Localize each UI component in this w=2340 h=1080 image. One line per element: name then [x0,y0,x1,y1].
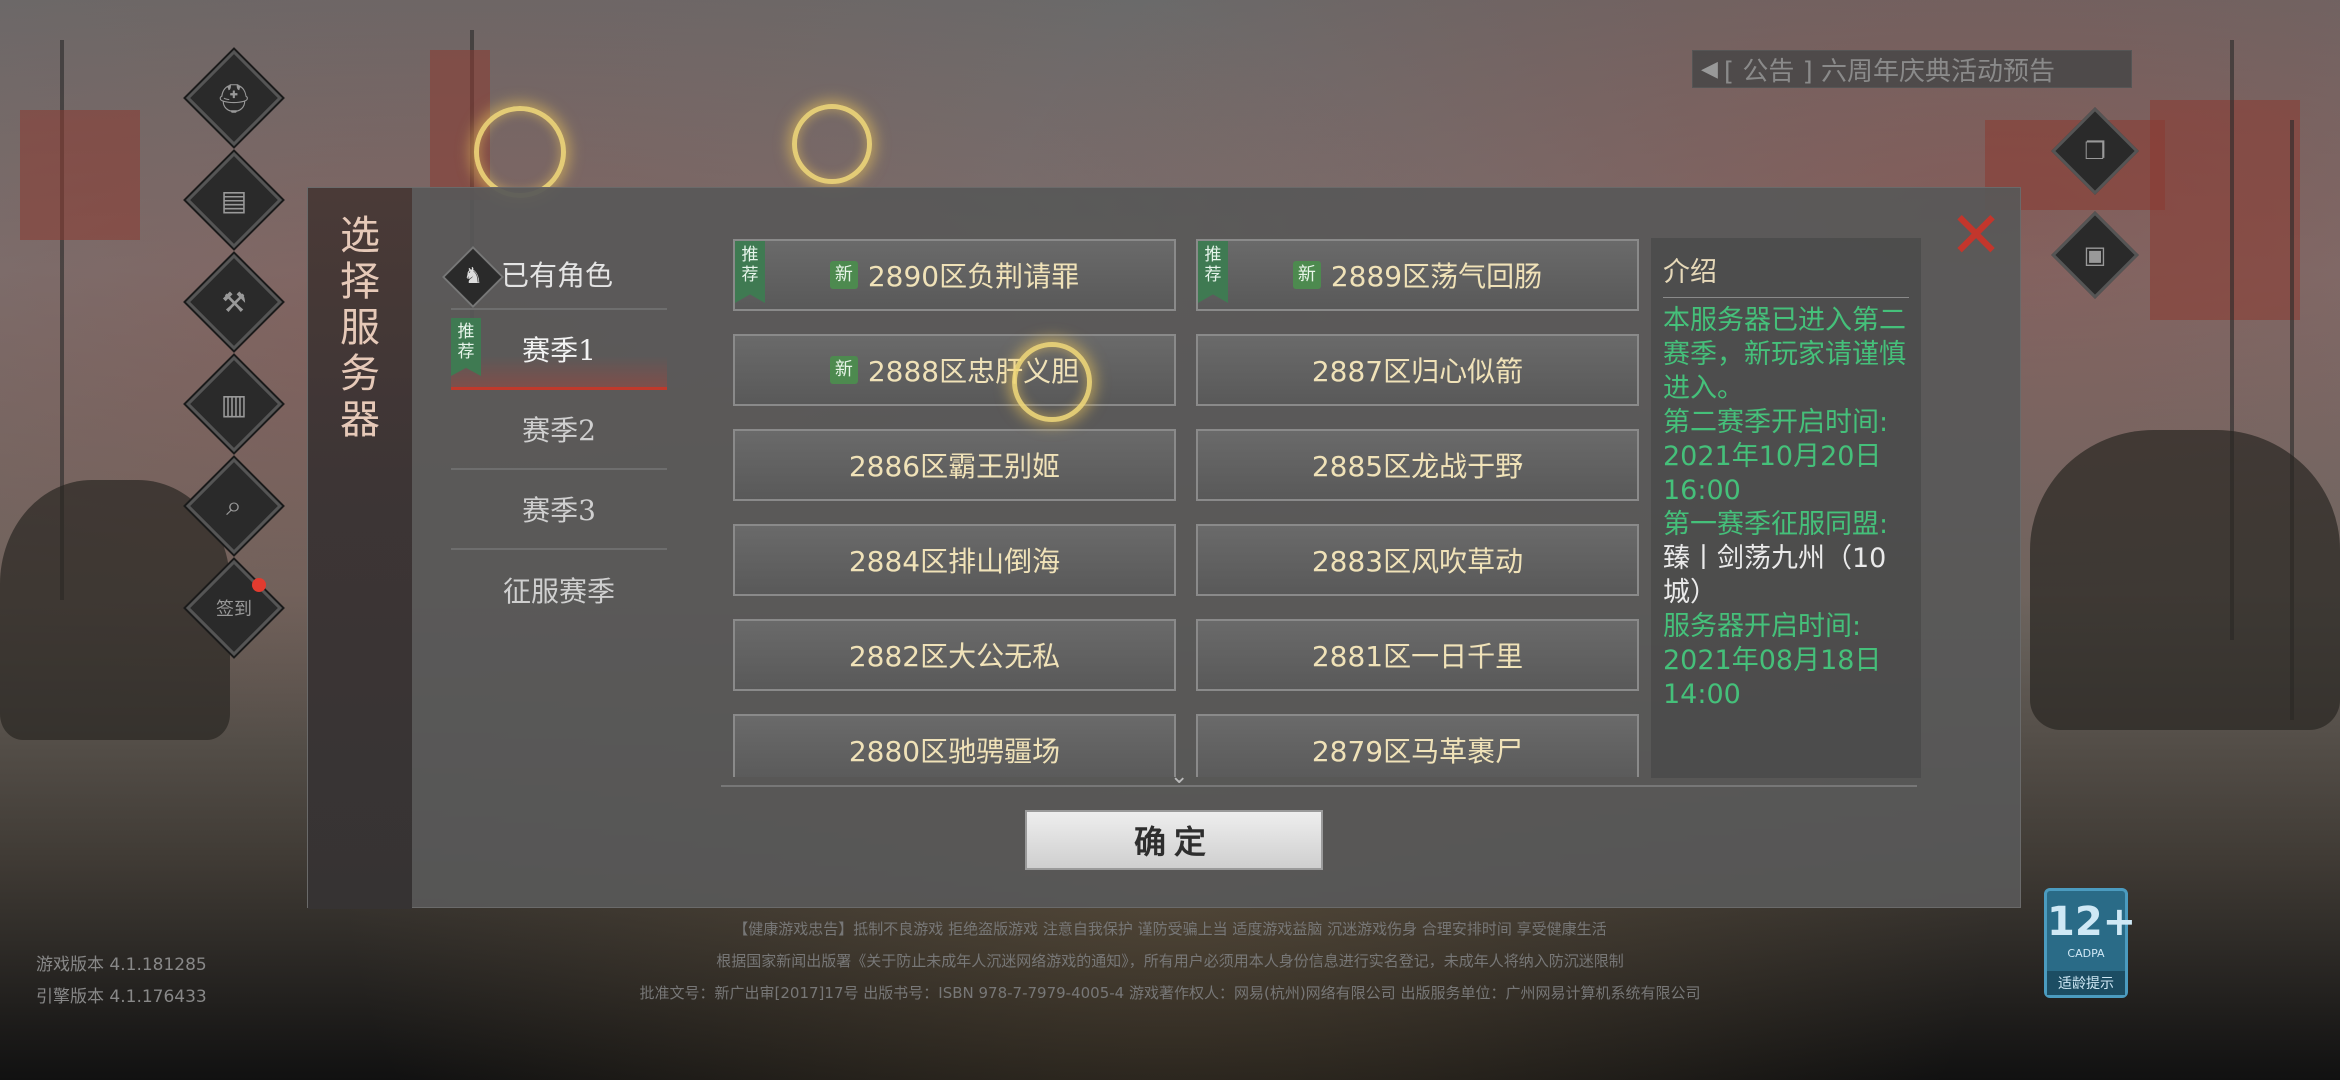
confirm-button[interactable]: 确定 [1025,810,1323,870]
intro-text: 第一赛季征服同盟: [1663,509,1889,540]
tab-conquest-season[interactable]: 征服赛季 [451,550,667,630]
tab-label: 赛季1 [522,333,596,367]
recommend-badge: 推荐 [1198,241,1228,303]
tab-existing-roles[interactable]: ♞ 已有角色 [441,240,667,310]
intro-text: 臻丨剑荡九州（10城） [1663,543,1887,608]
server-button[interactable]: 推荐 新 2890区负荆请罪 [733,239,1176,311]
intro-panel: 介绍 本服务器已进入第二赛季，新玩家请谨慎进入。 第二赛季开启时间: 2021年… [1651,238,1921,778]
server-name: 2882区大公无私 [848,640,1061,673]
divider [721,785,1917,787]
highlight-ring [1012,342,1092,422]
close-icon[interactable]: ✕ [1948,204,2004,268]
tab-label: 已有角色 [501,259,614,292]
server-name: 2887区归心似箭 [1311,355,1524,388]
server-name: 2886区霸王别姬 [848,450,1061,483]
server-button[interactable]: 2884区排山倒海 [733,524,1176,596]
server-name: 2880区驰骋疆场 [848,735,1061,768]
server-button[interactable]: 推荐 新 2889区荡气回肠 [1196,239,1639,311]
server-button[interactable]: 2886区霸王别姬 [733,429,1176,501]
tab-label: 赛季2 [522,414,596,447]
intro-text: 2021年08月18日14:00 [1663,645,1882,710]
dialog-title: 选择服务器 [340,213,380,443]
new-badge: 新 [829,356,858,384]
server-button[interactable]: 2885区龙战于野 [1196,429,1639,501]
tab-label: 赛季3 [522,494,596,527]
age-rating-org: CADPA [2067,947,2105,960]
server-button[interactable]: 2882区大公无私 [733,619,1176,691]
tab-season-2[interactable]: 赛季2 [451,390,667,470]
season-tabs: ♞ 已有角色 推荐 赛季1 赛季2 赛季3 征服赛季 [441,240,667,630]
intro-text: 第二赛季开启时间: [1663,407,1889,438]
server-name: 2879区马革裹尸 [1311,735,1524,768]
recommend-badge: 推荐 [451,318,481,376]
server-name: 2881区一日千里 [1311,640,1524,673]
recommend-badge: 推荐 [735,241,765,303]
server-button[interactable]: 2879区马革裹尸 [1196,714,1639,777]
server-button[interactable]: 2880区驰骋疆场 [733,714,1176,777]
announcement-text: [ 公告 ] 六周年庆典活动预告 [1723,56,2056,87]
server-button[interactable]: 2883区风吹草动 [1196,524,1639,596]
new-badge: 新 [1292,261,1321,289]
intro-heading: 介绍 [1663,250,1909,298]
server-name: 2883区风吹草动 [1311,545,1524,578]
publication-info: 批准文号：新广出审[2017]17号 出版书号：ISBN 978-7-7979-… [639,984,1701,1002]
speaker-icon: ◀ [1701,56,1718,82]
new-badge: 新 [829,261,858,289]
age-rating-value: 12+ [2047,899,2137,945]
highlight-ring [792,104,872,184]
intro-text: 2021年10月20日16:00 [1663,441,1882,506]
hero-portrait-icon: ♞ [441,245,505,309]
server-select-dialog: 选择服务器 ✕ ♞ 已有角色 推荐 赛季1 赛季2 赛季3 征服赛季 推荐 新 … [307,187,2021,909]
announcement-bar[interactable]: ◀ [ 公告 ] 六周年庆典活动预告 [1692,50,2132,88]
highlight-ring [474,106,566,198]
notification-dot [252,578,266,592]
server-name: 2890区负荆请罪 [867,260,1080,293]
server-name: 2889区荡气回肠 [1330,260,1543,293]
server-name: 2885区龙战于野 [1311,450,1524,483]
anti-addiction-notice: 根据国家新闻出版署《关于防止未成年人沉迷网络游戏的通知》，所有用户必须用本人身份… [716,952,1624,970]
server-name: 2884区排山倒海 [848,545,1061,578]
health-notice: 【健康游戏忠告】抵制不良游戏 拒绝盗版游戏 注意自我保护 谨防受骗上当 适度游戏… [733,920,1607,938]
server-button[interactable]: 新 2888区忠肝义胆 [733,334,1176,406]
tab-season-1[interactable]: 推荐 赛季1 [451,310,667,390]
server-list[interactable]: 推荐 新 2890区负荆请罪 推荐 新 2889区荡气回肠 新 2888区忠肝义… [726,239,1654,777]
tab-label: 征服赛季 [502,575,615,608]
server-button[interactable]: 2881区一日千里 [1196,619,1639,691]
intro-text: 服务器开启时间: [1663,611,1862,642]
server-button[interactable]: 2887区归心似箭 [1196,334,1639,406]
tab-season-3[interactable]: 赛季3 [451,470,667,550]
intro-text: 本服务器已进入第二赛季，新玩家请谨慎进入。 [1663,305,1906,404]
age-rating-badge[interactable]: 12+ CADPA 适龄提示 [2044,888,2137,998]
age-rating-tip: 适龄提示 [2047,971,2125,995]
